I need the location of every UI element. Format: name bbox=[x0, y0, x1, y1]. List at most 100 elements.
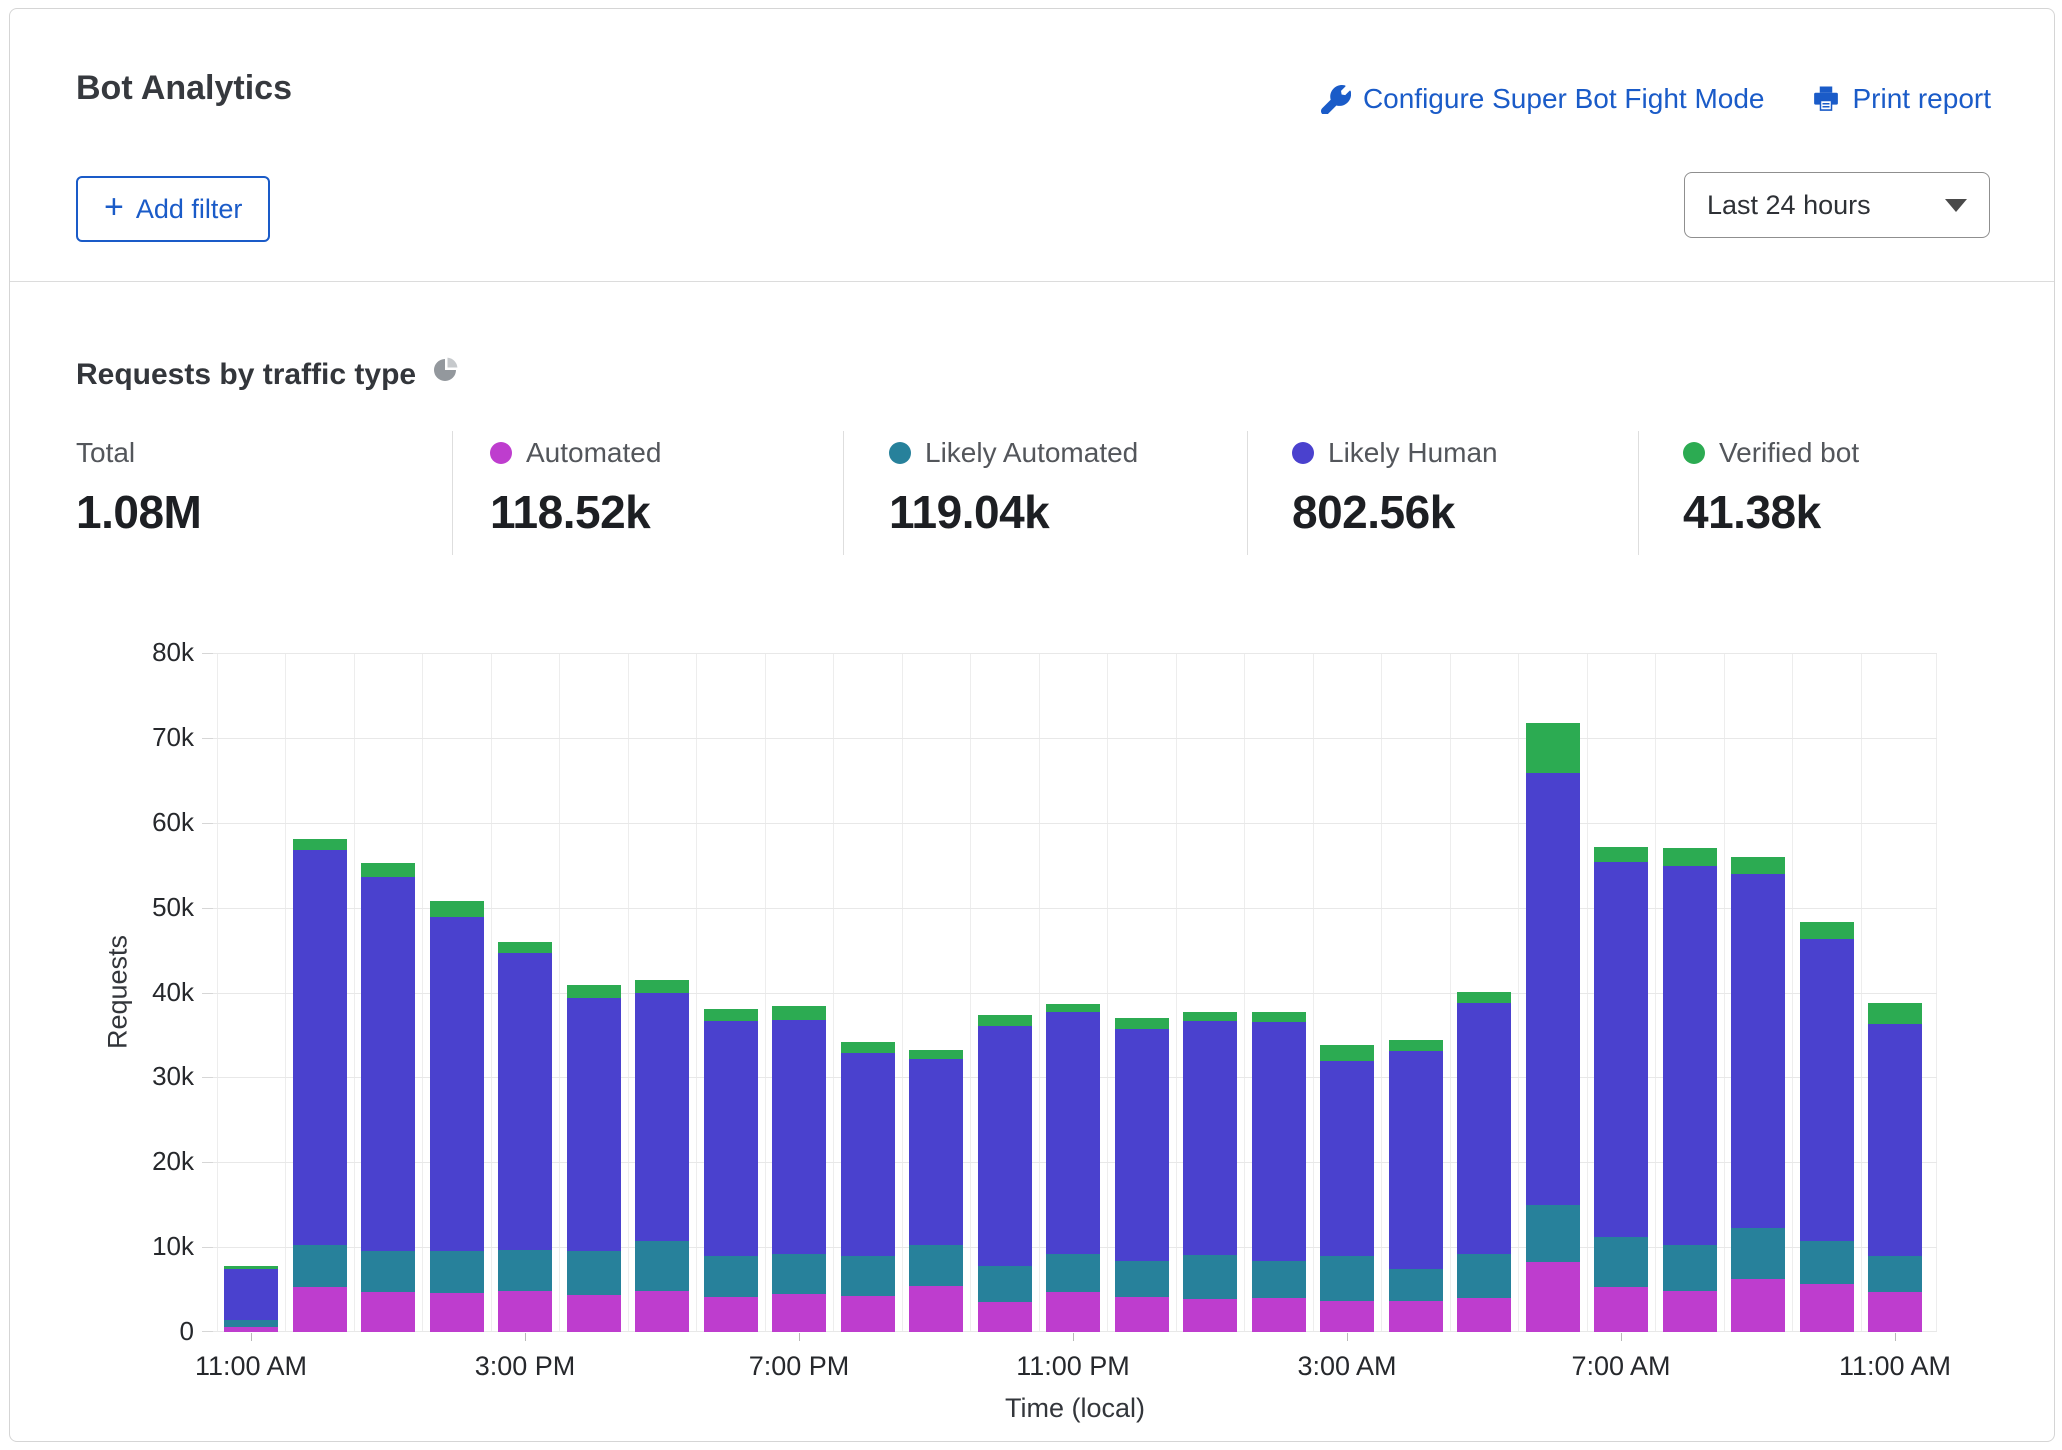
segment-verified-bot[interactable] bbox=[1731, 857, 1785, 874]
segment-verified-bot[interactable] bbox=[978, 1015, 1032, 1026]
segment-automated[interactable] bbox=[1252, 1298, 1306, 1332]
segment-likely-automated[interactable] bbox=[1594, 1237, 1648, 1287]
segment-automated[interactable] bbox=[1320, 1301, 1374, 1332]
segment-likely-human[interactable] bbox=[1046, 1012, 1100, 1254]
segment-automated[interactable] bbox=[909, 1286, 963, 1332]
segment-verified-bot[interactable] bbox=[1526, 723, 1580, 773]
segment-likely-human[interactable] bbox=[1457, 1003, 1511, 1254]
segment-automated[interactable] bbox=[978, 1302, 1032, 1332]
segment-automated[interactable] bbox=[361, 1292, 415, 1332]
segment-automated[interactable] bbox=[1457, 1298, 1511, 1332]
bar-8-00-am[interactable] bbox=[1663, 653, 1717, 1332]
segment-verified-bot[interactable] bbox=[1868, 1003, 1922, 1024]
segment-likely-human[interactable] bbox=[1389, 1051, 1443, 1269]
segment-verified-bot[interactable] bbox=[841, 1042, 895, 1053]
bar-3-00-pm[interactable] bbox=[498, 653, 552, 1332]
bar-9-00-pm[interactable] bbox=[909, 653, 963, 1332]
bar-5-00-pm[interactable] bbox=[635, 653, 689, 1332]
bar-10-00-am[interactable] bbox=[1800, 653, 1854, 1332]
bar-1-00-am[interactable] bbox=[1183, 653, 1237, 1332]
segment-automated[interactable] bbox=[635, 1291, 689, 1332]
segment-likely-automated[interactable] bbox=[1115, 1261, 1169, 1297]
segment-automated[interactable] bbox=[1594, 1287, 1648, 1332]
segment-verified-bot[interactable] bbox=[1115, 1018, 1169, 1029]
segment-likely-automated[interactable] bbox=[841, 1256, 895, 1297]
bar-10-00-pm[interactable] bbox=[978, 653, 1032, 1332]
segment-likely-human[interactable] bbox=[635, 993, 689, 1241]
segment-verified-bot[interactable] bbox=[224, 1266, 278, 1269]
bar-4-00-pm[interactable] bbox=[567, 653, 621, 1332]
bar-11-00-pm[interactable] bbox=[1046, 653, 1100, 1332]
segment-likely-automated[interactable] bbox=[635, 1241, 689, 1291]
bar-9-00-am[interactable] bbox=[1731, 653, 1785, 1332]
bar-11-00-am[interactable] bbox=[224, 653, 278, 1332]
segment-verified-bot[interactable] bbox=[498, 942, 552, 954]
segment-verified-bot[interactable] bbox=[1663, 848, 1717, 866]
segment-automated[interactable] bbox=[1731, 1279, 1785, 1332]
bar-12-00-am[interactable] bbox=[1115, 653, 1169, 1332]
segment-likely-automated[interactable] bbox=[1320, 1256, 1374, 1302]
segment-automated[interactable] bbox=[498, 1291, 552, 1332]
segment-automated[interactable] bbox=[1800, 1284, 1854, 1332]
segment-likely-automated[interactable] bbox=[1800, 1241, 1854, 1283]
segment-verified-bot[interactable] bbox=[1800, 922, 1854, 939]
time-range-dropdown[interactable]: Last 24 hours bbox=[1684, 172, 1990, 238]
segment-verified-bot[interactable] bbox=[704, 1009, 758, 1021]
bar-8-00-pm[interactable] bbox=[841, 653, 895, 1332]
segment-likely-human[interactable] bbox=[430, 917, 484, 1251]
segment-verified-bot[interactable] bbox=[1183, 1012, 1237, 1021]
segment-verified-bot[interactable] bbox=[1594, 847, 1648, 862]
segment-verified-bot[interactable] bbox=[772, 1006, 826, 1020]
bar-2-00-am[interactable] bbox=[1252, 653, 1306, 1332]
segment-likely-human[interactable] bbox=[1868, 1024, 1922, 1257]
segment-likely-human[interactable] bbox=[224, 1269, 278, 1320]
segment-verified-bot[interactable] bbox=[1457, 992, 1511, 1003]
bar-7-00-am[interactable] bbox=[1594, 653, 1648, 1332]
segment-likely-human[interactable] bbox=[1731, 874, 1785, 1229]
segment-likely-automated[interactable] bbox=[1252, 1261, 1306, 1298]
stat-likely-automated[interactable]: Likely Automated 119.04k bbox=[889, 437, 1138, 539]
segment-automated[interactable] bbox=[1526, 1262, 1580, 1332]
segment-likely-automated[interactable] bbox=[1663, 1245, 1717, 1291]
bar-6-00-pm[interactable] bbox=[704, 653, 758, 1332]
segment-likely-human[interactable] bbox=[772, 1020, 826, 1254]
bar-1-00-pm[interactable] bbox=[361, 653, 415, 1332]
bar-11-00-am[interactable] bbox=[1868, 653, 1922, 1332]
stat-verified-bot[interactable]: Verified bot 41.38k bbox=[1683, 437, 1859, 539]
segment-verified-bot[interactable] bbox=[1389, 1040, 1443, 1051]
segment-likely-human[interactable] bbox=[1252, 1022, 1306, 1260]
segment-likely-automated[interactable] bbox=[224, 1320, 278, 1327]
bar-6-00-am[interactable] bbox=[1526, 653, 1580, 1332]
bar-4-00-am[interactable] bbox=[1389, 653, 1443, 1332]
segment-likely-automated[interactable] bbox=[361, 1251, 415, 1293]
segment-likely-automated[interactable] bbox=[293, 1245, 347, 1287]
segment-automated[interactable] bbox=[772, 1294, 826, 1332]
segment-likely-automated[interactable] bbox=[1868, 1256, 1922, 1292]
segment-likely-automated[interactable] bbox=[909, 1245, 963, 1287]
segment-likely-human[interactable] bbox=[1800, 939, 1854, 1241]
add-filter-button[interactable]: + Add filter bbox=[76, 176, 270, 242]
segment-automated[interactable] bbox=[841, 1296, 895, 1332]
bar-7-00-pm[interactable] bbox=[772, 653, 826, 1332]
segment-likely-automated[interactable] bbox=[1457, 1254, 1511, 1298]
segment-likely-human[interactable] bbox=[978, 1026, 1032, 1266]
segment-verified-bot[interactable] bbox=[1046, 1004, 1100, 1012]
segment-likely-human[interactable] bbox=[704, 1021, 758, 1255]
segment-likely-automated[interactable] bbox=[567, 1251, 621, 1294]
segment-likely-human[interactable] bbox=[1526, 773, 1580, 1205]
bar-2-00-pm[interactable] bbox=[430, 653, 484, 1332]
segment-verified-bot[interactable] bbox=[567, 985, 621, 998]
segment-automated[interactable] bbox=[567, 1295, 621, 1332]
segment-likely-human[interactable] bbox=[1663, 866, 1717, 1245]
segment-likely-automated[interactable] bbox=[704, 1256, 758, 1298]
segment-verified-bot[interactable] bbox=[361, 863, 415, 877]
segment-verified-bot[interactable] bbox=[430, 901, 484, 917]
segment-automated[interactable] bbox=[1046, 1292, 1100, 1332]
segment-likely-human[interactable] bbox=[498, 953, 552, 1249]
stat-likely-human[interactable]: Likely Human 802.56k bbox=[1292, 437, 1498, 539]
segment-likely-automated[interactable] bbox=[1526, 1205, 1580, 1263]
segment-likely-human[interactable] bbox=[567, 998, 621, 1252]
bar-3-00-am[interactable] bbox=[1320, 653, 1374, 1332]
segment-likely-automated[interactable] bbox=[430, 1251, 484, 1293]
bar-5-00-am[interactable] bbox=[1457, 653, 1511, 1332]
